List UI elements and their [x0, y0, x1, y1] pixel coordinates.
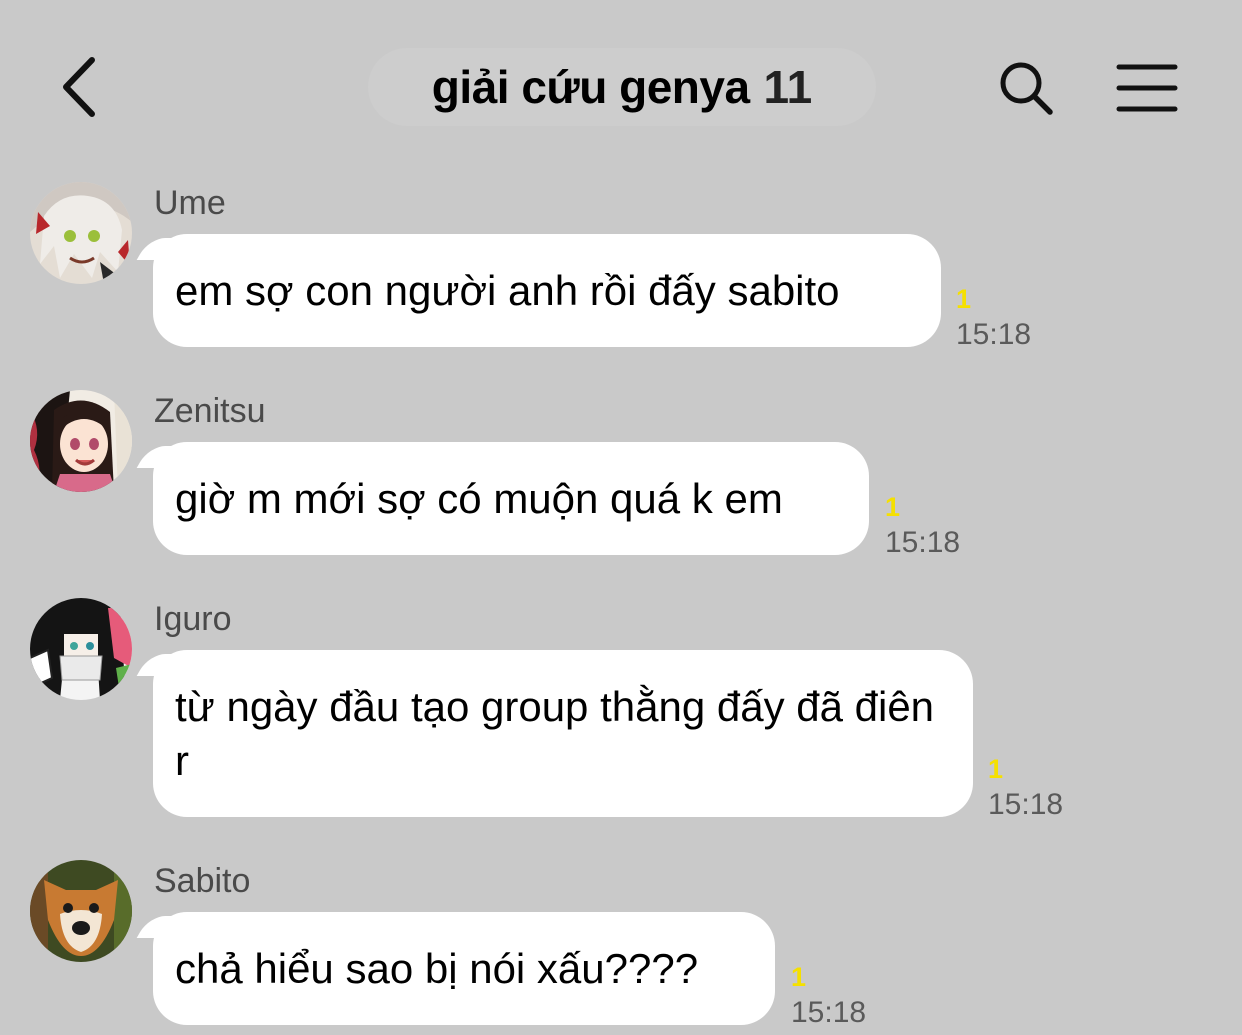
message-item: Ume em sợ con người anh rồi đấy sabito 1… — [0, 180, 1242, 380]
search-button[interactable] — [990, 52, 1062, 124]
message-time: 15:18 — [885, 526, 961, 559]
avatar[interactable] — [30, 860, 132, 962]
sender-name: Zenitsu — [154, 392, 266, 430]
menu-button[interactable] — [1110, 52, 1184, 124]
avatar[interactable] — [30, 182, 132, 284]
chat-title[interactable]: giải cứu genya 11 — [368, 48, 876, 126]
search-icon — [1000, 62, 1053, 115]
message-text: giờ m mới sợ có muộn quá k em — [175, 475, 783, 522]
sender-name: Ume — [154, 184, 226, 222]
unread-count: 1 — [885, 492, 901, 522]
unread-count: 1 — [988, 754, 1004, 784]
avatar[interactable] — [30, 598, 132, 700]
chat-header: giải cứu genya 11 — [0, 0, 1242, 170]
sender-name: Sabito — [154, 862, 251, 900]
hamburger-menu-icon — [1116, 64, 1178, 112]
chat-title-text: giải cứu genya — [431, 61, 750, 113]
message-item: Iguro từ ngày đầu tạo group thằng đấy đã… — [0, 596, 1242, 836]
unread-count: 1 — [956, 284, 972, 314]
message-item: Sabito chả hiểu sao bị nói xấu???? 1 15:… — [0, 858, 1242, 1035]
message-text: chả hiểu sao bị nói xấu???? — [175, 945, 699, 992]
avatar-image — [30, 860, 132, 962]
member-count: 11 — [763, 61, 813, 113]
unread-count: 1 — [791, 962, 807, 992]
message-time: 15:18 — [988, 788, 1064, 821]
message-time: 15:18 — [956, 318, 1032, 351]
chevron-left-icon — [63, 57, 95, 117]
message-text: từ ngày đầu tạo group thằng đấy đã điên … — [175, 683, 935, 784]
avatar-image — [30, 182, 132, 284]
sender-name: Iguro — [154, 600, 232, 638]
avatar-image — [30, 390, 132, 492]
message-bubble[interactable]: giờ m mới sợ có muộn quá k em — [153, 442, 869, 555]
message-text: em sợ con người anh rồi đấy sabito — [175, 267, 840, 314]
message-bubble[interactable]: em sợ con người anh rồi đấy sabito — [153, 234, 941, 347]
back-button[interactable] — [48, 52, 112, 122]
avatar[interactable] — [30, 390, 132, 492]
message-time: 15:18 — [791, 996, 867, 1029]
message-item: Zenitsu giờ m mới sợ có muộn quá k em 1 … — [0, 388, 1242, 588]
message-bubble[interactable]: từ ngày đầu tạo group thằng đấy đã điên … — [153, 650, 973, 817]
message-bubble[interactable]: chả hiểu sao bị nói xấu???? — [153, 912, 775, 1025]
avatar-image — [30, 598, 132, 700]
